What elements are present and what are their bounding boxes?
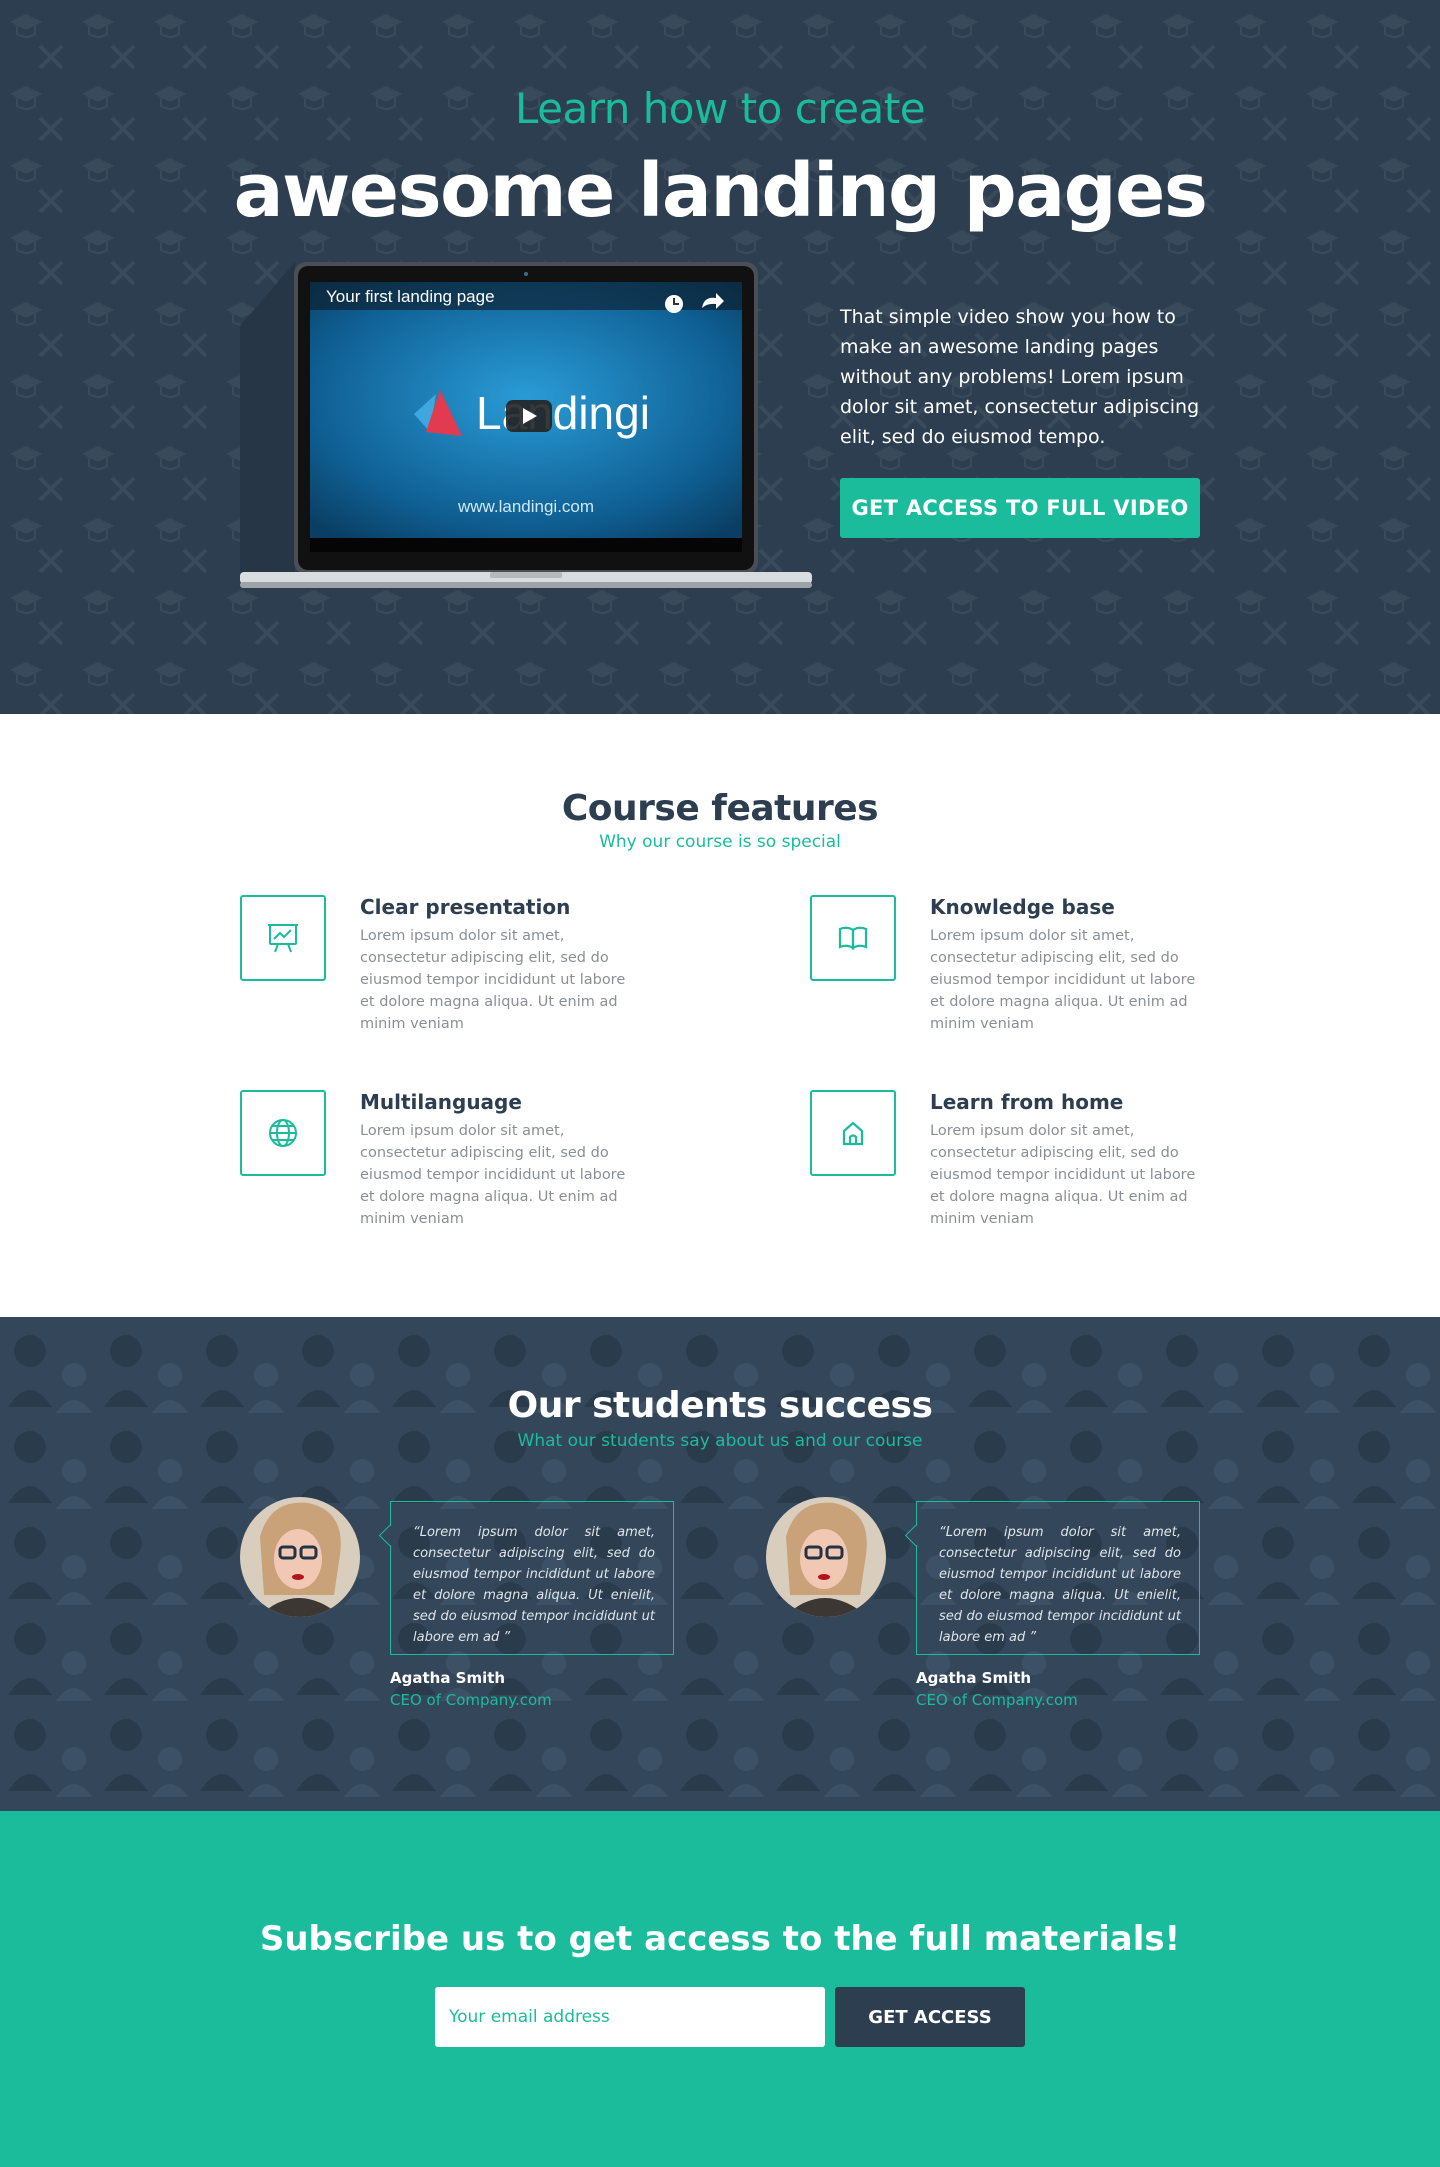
testimonial-quote: “Lorem ipsum dolor sit amet, consectetur…	[390, 1501, 674, 1655]
video-title: Your first landing page	[326, 287, 495, 306]
get-access-button[interactable]: GET ACCESS	[835, 1987, 1025, 2047]
presentation-board-icon	[240, 895, 326, 981]
open-book-icon	[810, 895, 896, 981]
students-title: Our students success	[507, 1385, 933, 1426]
feature-multilanguage: Multilanguage Lorem ipsum dolor sit amet…	[240, 1090, 660, 1240]
feature-title: Learn from home	[930, 1090, 1124, 1114]
video-url: www.landingi.com	[457, 497, 594, 516]
feature-description: Lorem ipsum dolor sit amet, consectetur …	[930, 928, 1196, 1032]
feature-description: Lorem ipsum dolor sit amet, consectetur …	[360, 928, 626, 1032]
feature-knowledge-base: Knowledge base Lorem ipsum dolor sit ame…	[810, 895, 1230, 1045]
features-subtitle: Why our course is so special	[599, 832, 841, 852]
hero-description: That simple video show you how to make a…	[840, 306, 1200, 448]
hero-subtitle: Learn how to create	[514, 84, 926, 133]
testimonial-name: Agatha Smith	[916, 1669, 1032, 1687]
testimonial-role: CEO of Company.com	[916, 1691, 1078, 1709]
feature-description: Lorem ipsum dolor sit amet, consectetur …	[930, 1123, 1196, 1227]
testimonial-card: “Lorem ipsum dolor sit amet, consectetur…	[766, 1497, 1226, 1717]
hero-title: awesome landing pages	[233, 148, 1208, 234]
students-success-section: Our students success What our students s…	[0, 1317, 1440, 1811]
subscribe-title: Subscribe us to get access to the full m…	[0, 1919, 1440, 1959]
feature-title: Clear presentation	[360, 895, 571, 919]
feature-learn-from-home: Learn from home Lorem ipsum dolor sit am…	[810, 1090, 1230, 1240]
testimonial-name: Agatha Smith	[390, 1669, 506, 1687]
avatar	[240, 1497, 360, 1617]
features-title: Course features	[561, 788, 879, 829]
course-features-section: Course features Why our course is so spe…	[0, 714, 1440, 1317]
testimonial-card: “Lorem ipsum dolor sit amet, consectetur…	[240, 1497, 700, 1717]
laptop-video-player[interactable]: Your first landing page Landingi www.lan…	[240, 262, 812, 592]
laptop-illustration: Your first landing page Landingi www.lan…	[240, 262, 812, 588]
feature-title: Knowledge base	[930, 895, 1115, 919]
feature-clear-presentation: Clear presentation Lorem ipsum dolor sit…	[240, 895, 660, 1045]
home-icon	[810, 1090, 896, 1176]
feature-description: Lorem ipsum dolor sit amet, consectetur …	[360, 1123, 626, 1227]
subscribe-title-bold: full materials	[909, 1919, 1165, 1959]
testimonial-quote: “Lorem ipsum dolor sit amet, consectetur…	[916, 1501, 1200, 1655]
feature-title: Multilanguage	[360, 1090, 522, 1114]
subscribe-title-suffix: !	[1164, 1919, 1181, 1959]
get-full-video-button[interactable]: GET ACCESS TO FULL VIDEO	[840, 478, 1200, 538]
subscribe-title-prefix: Subscribe us to get access to the	[259, 1919, 910, 1959]
testimonial-role: CEO of Company.com	[390, 1691, 552, 1709]
video-brand: Landingi	[476, 387, 650, 439]
students-subtitle: What our students say about us and our c…	[517, 1431, 923, 1451]
hero-section: Learn how to create awesome landing page…	[0, 0, 1440, 714]
subscribe-section: Subscribe us to get access to the full m…	[0, 1811, 1440, 2167]
globe-icon	[240, 1090, 326, 1176]
email-input[interactable]	[435, 1987, 825, 2047]
avatar	[766, 1497, 886, 1617]
